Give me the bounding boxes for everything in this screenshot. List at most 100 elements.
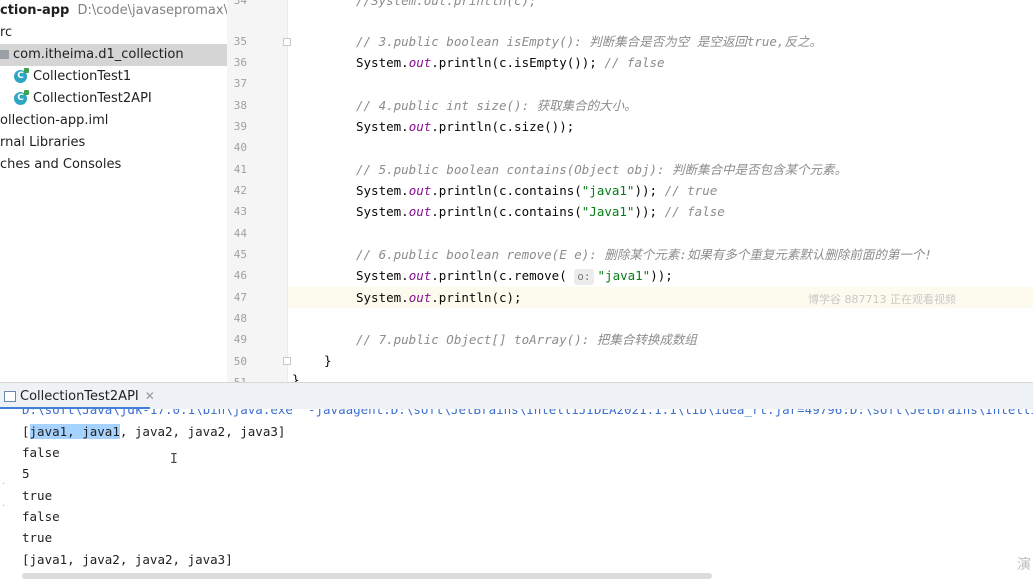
line-number: 36 xyxy=(233,56,247,69)
line-number: 38 xyxy=(233,99,247,112)
tree-class-collectiontest1[interactable]: C CollectionTest1 xyxy=(14,66,131,88)
java-class-icon: C xyxy=(14,90,29,105)
line-number: 47 xyxy=(233,291,247,304)
line-number: 39 xyxy=(233,120,247,133)
project-root-path: D:\code\javasepromax\colle xyxy=(77,3,227,18)
run-tool-window-header: CollectionTest2API ✕ xyxy=(0,382,1033,410)
code-comment: // true xyxy=(664,183,718,198)
console-output-line: [java1, java1, java2, java2, java3] xyxy=(22,421,285,442)
tree-package[interactable]: com.itheima.d1_collection xyxy=(0,44,227,66)
code-token: .println(c.size()); xyxy=(431,119,575,134)
console-selection: java1, java1 xyxy=(29,424,120,439)
fold-marker-icon[interactable] xyxy=(283,38,291,46)
code-token: System. xyxy=(356,55,409,70)
line-number: 42 xyxy=(233,184,247,197)
package-label: com.itheima.d1_collection xyxy=(13,47,184,62)
package-icon xyxy=(0,50,9,59)
code-token: System. xyxy=(356,183,409,198)
scratches-label: ches and Consoles xyxy=(0,157,122,172)
code-string: "Java1" xyxy=(581,204,635,219)
line-number: 50 xyxy=(233,355,247,368)
code-token: )); xyxy=(650,268,673,283)
code-comment-35[interactable]: // 3.public boolean isEmpty(): 判断集合是否为空 … xyxy=(356,31,822,52)
corner-watermark-glyph: 演 xyxy=(1017,557,1031,573)
line-number: 49 xyxy=(233,333,247,346)
code-string: "java1" xyxy=(597,268,651,283)
closing-brace: } xyxy=(324,353,332,368)
class-label: CollectionTest2API xyxy=(33,91,152,106)
tree-scratches[interactable]: ches and Consoles xyxy=(0,154,121,176)
run-tab-label: CollectionTest2API xyxy=(20,389,139,404)
code-comment-38[interactable]: // 4.public int size(): 获取集合的大小。 xyxy=(356,95,637,116)
code-token: out xyxy=(408,290,432,305)
line-number: 40 xyxy=(233,141,247,154)
line-number: 45 xyxy=(233,248,247,261)
run-tab[interactable]: CollectionTest2API ✕ xyxy=(0,383,161,410)
editor-gutter: 34 35 36 37 38 39 40 41 42 43 44 45 46 4… xyxy=(227,0,291,389)
console-output-line: true xyxy=(22,530,53,545)
iml-label: ollection-app.iml xyxy=(0,113,109,128)
console-output-line: 5 xyxy=(22,466,30,481)
code-line-43[interactable]: System.out.println(c.contains("Java1"));… xyxy=(356,201,725,222)
console-gutter-mark: · xyxy=(2,479,6,490)
code-comment: // false xyxy=(664,204,725,219)
code-token: out xyxy=(408,183,432,198)
code-line-39[interactable]: System.out.println(c.size()); xyxy=(356,116,574,137)
code-token: .println(c.isEmpty()); xyxy=(431,55,605,70)
java-class-icon: C xyxy=(14,68,29,83)
run-console-icon xyxy=(4,391,16,402)
line-number: 34 xyxy=(233,0,247,7)
tree-class-collectiontest2api[interactable]: C CollectionTest2API xyxy=(14,88,152,110)
code-token: .println(c.contains( xyxy=(431,183,582,198)
code-line-34[interactable]: //System.out.println(c); xyxy=(356,0,537,11)
console-text: [ xyxy=(22,424,30,439)
code-token: System. xyxy=(356,204,409,219)
code-line-42[interactable]: System.out.println(c.contains("java1"));… xyxy=(356,180,717,201)
console-text: , java2, java2, java3] xyxy=(119,424,286,439)
code-line-47[interactable]: System.out.println(c); xyxy=(356,287,522,308)
tree-src-folder[interactable]: rc xyxy=(0,22,12,44)
code-comment-41[interactable]: // 5.public boolean contains(Object obj)… xyxy=(356,159,847,180)
code-token: System. xyxy=(356,119,409,134)
close-icon[interactable]: ✕ xyxy=(145,389,155,403)
video-watermark: 博学谷 887713 正在观看视频 xyxy=(808,293,956,306)
ext-libs-label: rnal Libraries xyxy=(0,135,86,150)
project-root-name: ction-app xyxy=(0,3,70,18)
code-token: out xyxy=(408,204,432,219)
tree-iml-file[interactable]: ollection-app.iml xyxy=(0,110,108,132)
run-console[interactable]: D:\soft\Java\jdk-17.0.1\bin\java.exe "-j… xyxy=(0,409,1033,580)
console-gutter-mark: · xyxy=(2,501,6,512)
horizontal-scrollbar[interactable] xyxy=(22,573,712,579)
code-token: out xyxy=(408,119,432,134)
code-token: out xyxy=(408,268,432,283)
code-token: )); xyxy=(634,204,665,219)
code-line-46[interactable]: System.out.println(c.remove( o: "java1"))… xyxy=(356,265,673,286)
code-string: "java1" xyxy=(581,183,635,198)
console-output-line: [java1, java2, java2, java3] xyxy=(22,552,233,567)
line-number: 46 xyxy=(233,269,247,282)
text-cursor-icon: I xyxy=(170,452,178,467)
line-number: 41 xyxy=(233,163,247,176)
code-token: )); xyxy=(634,183,665,198)
console-output-line: true xyxy=(22,488,53,503)
tree-external-libraries[interactable]: rnal Libraries xyxy=(0,132,85,154)
code-comment: // false xyxy=(604,55,665,70)
code-comment-49[interactable]: // 7.public Object[] toArray(): 把集合转换成数组 xyxy=(356,329,697,350)
code-token: System. xyxy=(356,268,409,283)
code-token: .println(c); xyxy=(431,290,522,305)
code-token: System. xyxy=(356,290,409,305)
tree-project-root[interactable]: ction-app D:\code\javasepromax\colle xyxy=(0,0,227,22)
project-panel: ction-app D:\code\javasepromax\colle rc … xyxy=(0,0,227,382)
src-folder-label: rc xyxy=(0,25,13,40)
console-output-line: false xyxy=(22,509,60,524)
code-token: .println(c.contains( xyxy=(431,204,582,219)
line-number: 44 xyxy=(233,227,247,240)
code-line-36[interactable]: System.out.println(c.isEmpty()); // fals… xyxy=(356,52,665,73)
console-command-line: D:\soft\Java\jdk-17.0.1\bin\java.exe "-j… xyxy=(22,409,1033,417)
parameter-hint: o: xyxy=(574,269,594,285)
code-comment-45[interactable]: // 6.public boolean remove(E e): 删除某个元素:… xyxy=(356,244,932,265)
fold-marker-icon[interactable] xyxy=(283,357,291,365)
line-number: 35 xyxy=(233,35,247,48)
line-number: 37 xyxy=(233,77,247,90)
class-label: CollectionTest1 xyxy=(33,69,132,84)
